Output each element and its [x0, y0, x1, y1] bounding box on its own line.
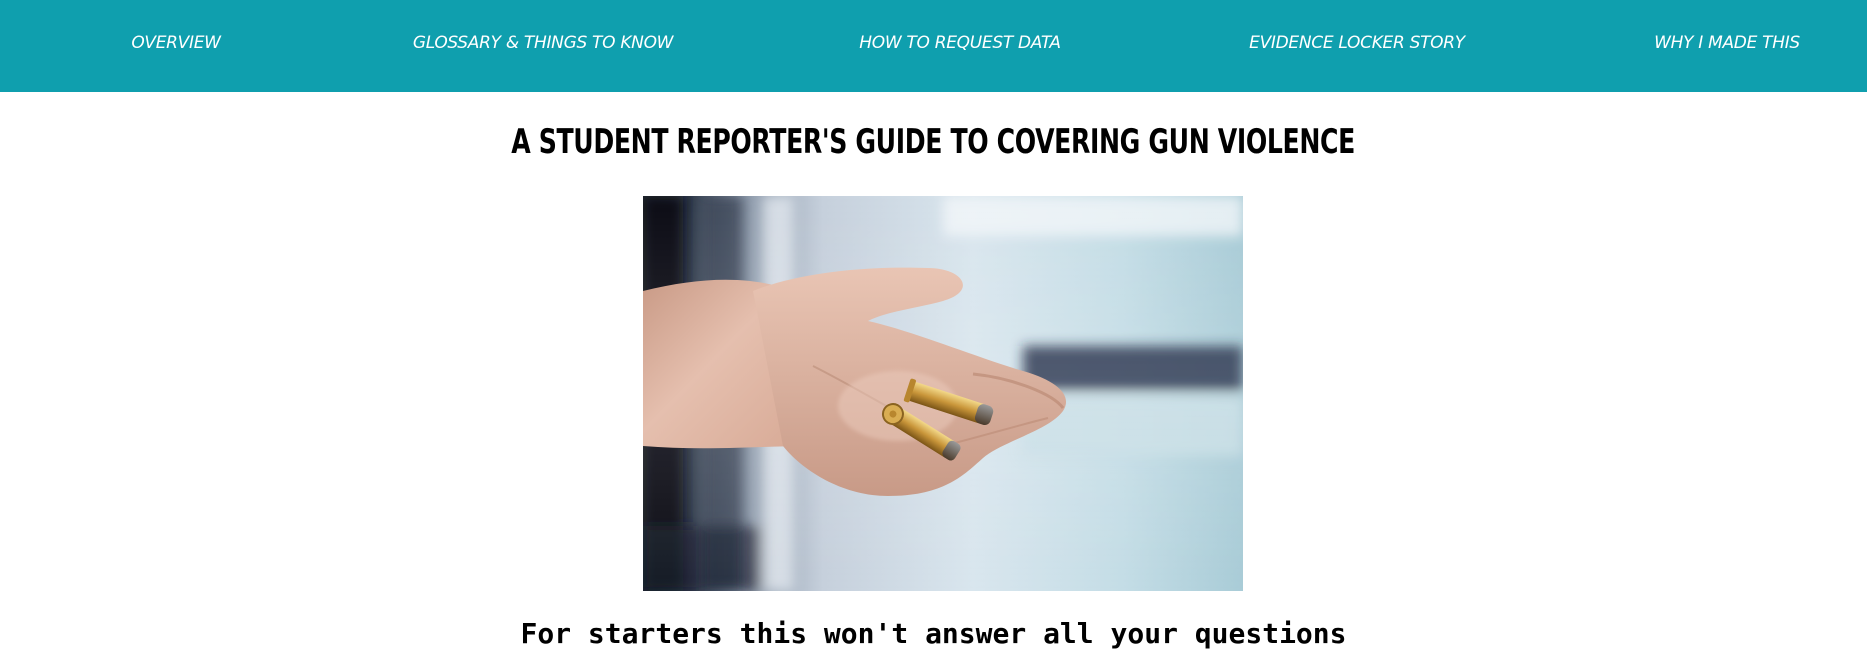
- hero-photo: [643, 196, 1243, 591]
- nav-link-overview[interactable]: OVERVIEW: [131, 32, 221, 54]
- nav-link-evidence-locker-story[interactable]: EVIDENCE LOCKER STORY: [1249, 32, 1465, 54]
- nav-link-why-i-made-this[interactable]: WHY I MADE THIS: [1654, 32, 1800, 54]
- nav-link-glossary[interactable]: GLOSSARY & THINGS TO KNOW: [413, 32, 674, 54]
- hero-image-hand-holding-bullets: [643, 196, 1243, 591]
- top-navigation-bar: OVERVIEW GLOSSARY & THINGS TO KNOW HOW T…: [0, 0, 1867, 92]
- intro-subheading: For starters this won't answer all your …: [520, 617, 1347, 650]
- page-title: A STUDENT REPORTER'S GUIDE TO COVERING G…: [0, 120, 1867, 164]
- nav-link-request-data[interactable]: HOW TO REQUEST DATA: [859, 32, 1061, 54]
- page-title-text: A STUDENT REPORTER'S GUIDE TO COVERING G…: [511, 122, 1356, 162]
